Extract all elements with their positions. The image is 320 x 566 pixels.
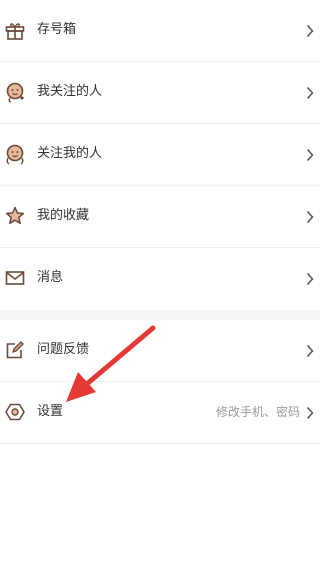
- menu-item-label: 问题反馈: [37, 342, 90, 357]
- section-divider: [0, 310, 320, 320]
- edit-icon: [4, 339, 26, 361]
- gift-icon: [4, 19, 26, 41]
- menu-item-label: 消息: [37, 270, 64, 285]
- menu-item-following[interactable]: 我关注的人: [0, 62, 320, 124]
- hexagon-settings-icon: [4, 401, 26, 423]
- menu-item-messages[interactable]: 消息: [0, 248, 320, 310]
- user-following-icon: [4, 81, 26, 103]
- chevron-right-icon: [306, 343, 314, 358]
- star-icon: [4, 205, 26, 227]
- chevron-right-icon: [306, 23, 314, 38]
- menu-item-storage-box[interactable]: 存号箱: [0, 0, 320, 62]
- chevron-right-icon: [306, 147, 314, 162]
- mail-icon: [4, 267, 26, 289]
- chevron-right-icon: [306, 405, 314, 420]
- chevron-right-icon: [306, 85, 314, 100]
- menu-item-favorites[interactable]: 我的收藏: [0, 186, 320, 248]
- menu-item-label: 我的收藏: [37, 208, 90, 223]
- user-followers-icon: [4, 143, 26, 165]
- menu-item-settings[interactable]: 设置 修改手机、密码: [0, 382, 320, 444]
- menu-item-label: 设置: [37, 404, 64, 419]
- menu-item-followers[interactable]: 关注我的人: [0, 124, 320, 186]
- menu-item-feedback[interactable]: 问题反馈: [0, 320, 320, 382]
- menu-item-label: 关注我的人: [37, 146, 103, 161]
- menu-item-label: 存号箱: [37, 22, 77, 37]
- menu-list: 存号箱 我关注的人 关注我的人 我的收藏 消息 问题反馈 设置 修改手机、密码: [0, 0, 320, 444]
- chevron-right-icon: [306, 209, 314, 224]
- settings-subtitle: 修改手机、密码: [215, 405, 300, 419]
- chevron-right-icon: [306, 271, 314, 286]
- menu-item-label: 我关注的人: [37, 84, 103, 99]
